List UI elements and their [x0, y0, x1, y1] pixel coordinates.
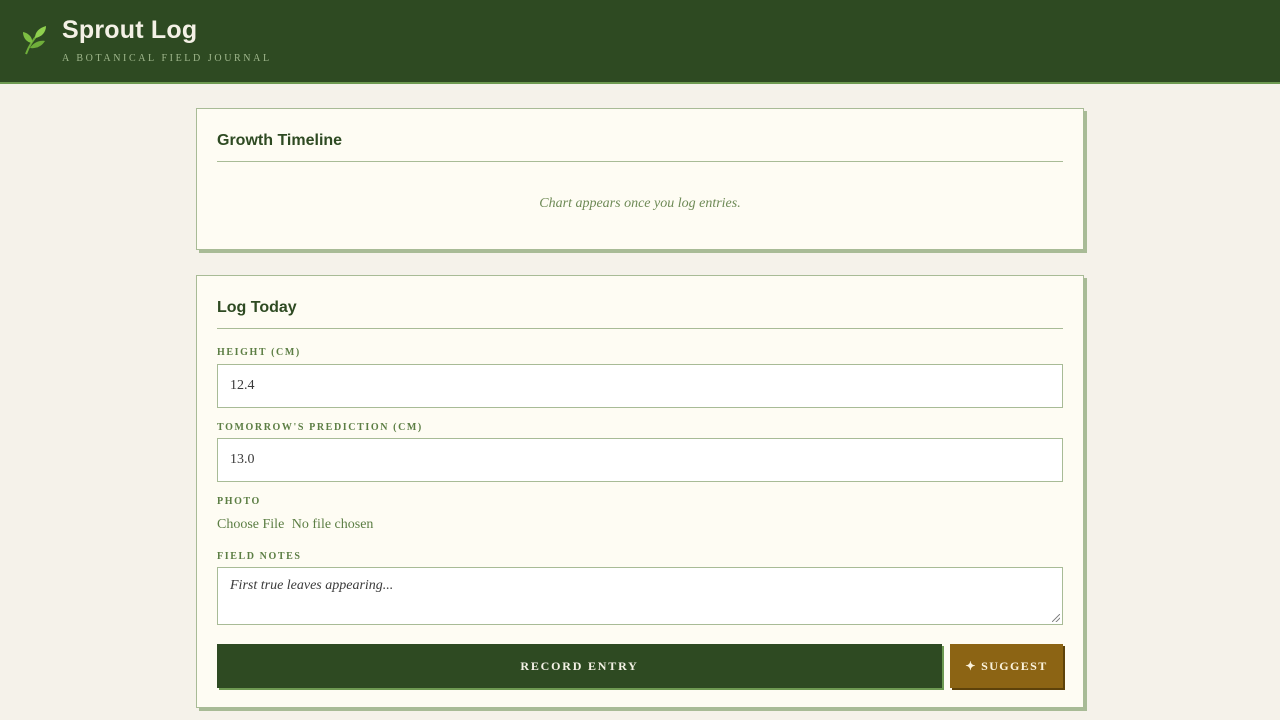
- divider: [217, 328, 1063, 329]
- suggest-button[interactable]: ✦ Suggest: [950, 644, 1063, 688]
- app-subtitle: A Botanical Field Journal: [62, 53, 272, 64]
- prediction-input[interactable]: 13.0: [217, 438, 1063, 482]
- chart-empty-message: Chart appears once you log entries.: [539, 196, 741, 211]
- growth-timeline-title: Growth Timeline: [217, 132, 343, 149]
- log-today-card: Log Today Height (cm) 12.4 Tomorrow's Pr…: [196, 275, 1084, 708]
- field-notes-textarea[interactable]: First true leaves appearing...: [217, 567, 1063, 625]
- height-input[interactable]: 12.4: [217, 364, 1063, 408]
- resize-grip-icon[interactable]: [1052, 614, 1060, 622]
- app-header: Sprout Log A Botanical Field Journal: [0, 0, 1280, 84]
- log-today-title: Log Today: [217, 299, 297, 316]
- choose-file-button[interactable]: Choose File: [217, 517, 284, 532]
- file-status: No file chosen: [291, 517, 374, 532]
- photo-file-input[interactable]: Choose File No file chosen: [217, 517, 377, 533]
- app-title: Sprout Log: [62, 16, 198, 44]
- field-notes-placeholder: First true leaves appearing...: [230, 578, 394, 593]
- leaf-icon: [23, 26, 46, 55]
- growth-timeline-card: Growth Timeline Chart appears once you l…: [196, 108, 1084, 250]
- divider: [217, 161, 1063, 162]
- prediction-label: Tomorrow's Prediction (cm): [217, 422, 423, 433]
- photo-label: Photo: [217, 496, 261, 507]
- record-entry-button[interactable]: Record Entry: [217, 644, 942, 688]
- height-label: Height (cm): [217, 347, 301, 358]
- field-notes-label: Field Notes: [217, 551, 302, 562]
